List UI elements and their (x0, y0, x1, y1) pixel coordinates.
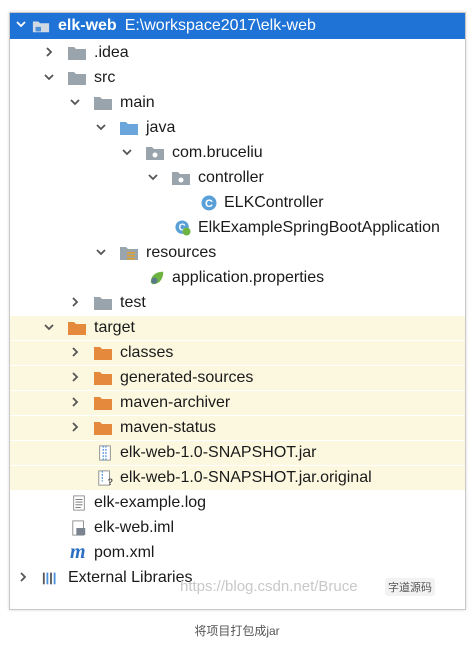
chevron-right-icon[interactable] (68, 391, 82, 415)
tree-item-elkcontroller[interactable]: C ELKController (10, 191, 465, 215)
svg-text:?: ? (108, 477, 113, 486)
tree-item-classes[interactable]: classes (10, 341, 465, 365)
tree-item-label: pom.xml (94, 544, 155, 561)
chevron-down-icon[interactable] (120, 141, 134, 165)
chevron-down-icon[interactable] (146, 166, 160, 190)
watermark-url: https://blog.csdn.net/Bruce (180, 578, 358, 595)
tree-item-label: test (120, 294, 146, 311)
tree-item-idea[interactable]: .idea (10, 41, 465, 65)
text-file-icon (73, 495, 85, 511)
tree-item-label: maven-archiver (120, 394, 231, 411)
maven-icon: m (70, 541, 86, 563)
tree-item-label: ElkExampleSpringBootApplication (198, 219, 440, 236)
excluded-folder-icon (94, 347, 112, 360)
tree-item-test[interactable]: test (10, 291, 465, 315)
spring-boot-class-icon: C (175, 220, 191, 236)
package-icon (172, 172, 190, 185)
tree-item-label: classes (120, 344, 174, 361)
chevron-right-icon[interactable] (68, 416, 82, 440)
tree-item-label: ELKController (224, 194, 324, 211)
chevron-down-icon[interactable] (14, 13, 28, 37)
tree-item-pom[interactable]: m pom.xml (10, 541, 465, 565)
tree-item-label: resources (146, 244, 217, 261)
tree-item-label: target (94, 319, 135, 336)
chevron-down-icon[interactable] (68, 91, 82, 115)
java-class-icon: C (201, 195, 217, 211)
tree-item-jar[interactable]: elk-web-1.0-SNAPSHOT.jar (10, 441, 465, 465)
excluded-folder-icon (94, 422, 112, 435)
folder-icon (68, 72, 86, 85)
tree-item-target[interactable]: target (10, 316, 465, 340)
tree-item-generated-sources[interactable]: generated-sources (10, 366, 465, 390)
image-caption: 将项目打包成jar (194, 624, 280, 638)
chevron-right-icon[interactable] (16, 566, 30, 590)
chevron-down-icon[interactable] (42, 66, 56, 90)
tree-item-label: External Libraries (68, 569, 193, 586)
tree-item-java[interactable]: java (10, 116, 465, 140)
tree-item-iml[interactable]: elk-web.iml (10, 516, 465, 540)
tree-item-log[interactable]: elk-example.log (10, 491, 465, 515)
chevron-right-icon[interactable] (68, 291, 82, 315)
chevron-right-icon[interactable] (68, 366, 82, 390)
tree-root-elk-web[interactable]: elk-web E:\workspace2017\elk-web (10, 13, 465, 39)
excluded-folder-icon (94, 397, 112, 410)
tree-item-label: elk-example.log (94, 494, 207, 511)
folder-icon (68, 47, 86, 60)
chevron-right-icon[interactable] (68, 341, 82, 365)
tree-item-application-class[interactable]: C ElkExampleSpringBootApplication (10, 216, 465, 240)
tree-item-application-properties[interactable]: application.properties (10, 266, 465, 290)
chevron-right-icon[interactable] (42, 41, 56, 65)
tree-item-main[interactable]: main (10, 91, 465, 115)
tree-item-jar-original[interactable]: ? elk-web-1.0-SNAPSHOT.jar.original (10, 466, 465, 490)
svg-text:C: C (205, 198, 213, 210)
module-file-icon (72, 520, 86, 536)
folder-icon (94, 97, 112, 110)
excluded-folder-icon (94, 372, 112, 385)
tree-item-src[interactable]: src (10, 66, 465, 90)
tree-item-label: generated-sources (120, 369, 254, 386)
tree-item-label: elk-web-1.0-SNAPSHOT.jar (120, 444, 317, 461)
tree-item-label: application.properties (172, 269, 325, 286)
chevron-down-icon[interactable] (94, 241, 108, 265)
tree-item-maven-archiver[interactable]: maven-archiver (10, 391, 465, 415)
chevron-down-icon[interactable] (42, 316, 56, 340)
watermark-badge: 字道源码 (385, 578, 435, 596)
folder-icon (94, 297, 112, 310)
libraries-icon (42, 572, 56, 585)
tree-item-label: main (120, 94, 155, 111)
tree-item-label: com.bruceliu (172, 144, 263, 161)
tree-root-label: elk-web E:\workspace2017\elk-web (58, 17, 316, 34)
project-tree-panel: elk-web E:\workspace2017\elk-web .idea sr… (9, 12, 466, 610)
unknown-file-icon: ? (98, 470, 113, 486)
tree-item-label: elk-web.iml (94, 519, 175, 536)
tree-item-label: elk-web-1.0-SNAPSHOT.jar.original (120, 469, 372, 486)
tree-item-label: java (146, 119, 176, 136)
source-folder-icon (120, 122, 138, 135)
tree-item-label: controller (198, 169, 264, 186)
tree-item-label: maven-status (120, 419, 217, 436)
tree-item-package[interactable]: com.bruceliu (10, 141, 465, 165)
spring-properties-icon (150, 271, 164, 285)
tree-item-controller[interactable]: controller (10, 166, 465, 190)
tree-item-label: .idea (94, 44, 129, 61)
resources-folder-icon (120, 247, 138, 260)
tree-item-resources[interactable]: resources (10, 241, 465, 265)
jar-file-icon (99, 445, 111, 461)
tree-item-label: src (94, 69, 116, 86)
tree-item-maven-status[interactable]: maven-status (10, 416, 465, 440)
package-icon (146, 147, 164, 160)
chevron-down-icon[interactable] (94, 116, 108, 140)
module-folder-icon (32, 21, 50, 33)
excluded-folder-icon (68, 322, 86, 335)
